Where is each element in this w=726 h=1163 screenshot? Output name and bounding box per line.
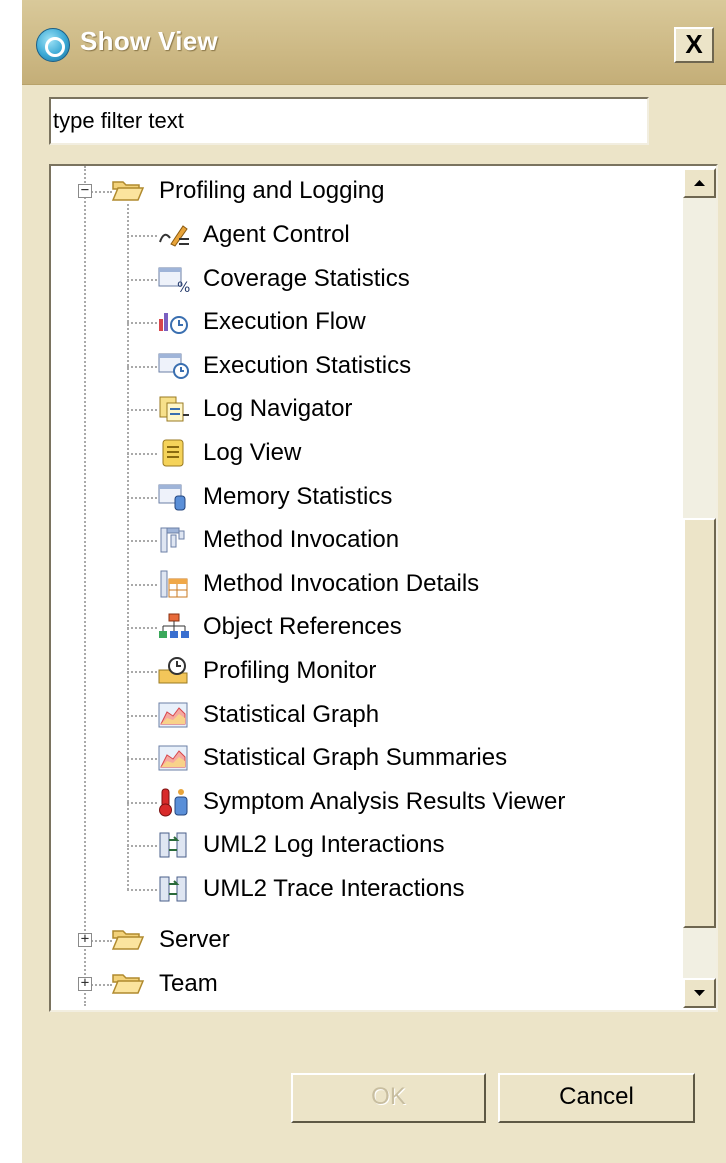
memory-statistics-icon	[158, 484, 186, 511]
tree-connector	[127, 322, 157, 324]
tree-connector	[127, 845, 157, 847]
tree-connector	[127, 671, 157, 673]
dialog-title: Show View	[80, 26, 219, 56]
tree-connector	[127, 802, 157, 804]
tree-item-label: Symptom Analysis Results Viewer	[203, 788, 566, 815]
execution-statistics-icon	[158, 353, 189, 379]
symptom-analysis-icon	[159, 788, 188, 817]
tree-item-object-references[interactable]: Object References	[51, 605, 671, 649]
tree-item-label: Method Invocation Details	[203, 570, 480, 597]
coverage-statistics-icon: %	[158, 267, 190, 294]
category-label: Profiling and Logging	[159, 177, 385, 204]
statistical-graph-summaries-icon	[158, 745, 188, 771]
tree-item-label: Execution Statistics	[203, 352, 412, 379]
tree-connector	[127, 715, 157, 717]
expand-toggle[interactable]: +	[78, 976, 92, 991]
tree-item-label: UML2 Trace Interactions	[203, 875, 465, 902]
category-label: Team	[159, 970, 218, 997]
view-tree[interactable]: − Profiling and Logging Agent Control% Co…	[49, 164, 718, 1012]
tree-connector	[127, 409, 157, 411]
tree-category-profiling-and-logging[interactable]: − Profiling and Logging	[51, 169, 671, 213]
scroll-thumb[interactable]	[683, 518, 716, 928]
agent-control-icon	[159, 225, 189, 247]
tree-item-label: Agent Control	[203, 221, 350, 248]
tree-item-execution-flow[interactable]: Execution Flow	[51, 300, 671, 344]
tree-item-profiling-monitor[interactable]: Profiling Monitor	[51, 649, 671, 693]
tree-item-uml2-log-interactions[interactable]: UML2 Log Interactions	[51, 823, 671, 867]
expand-toggle[interactable]: +	[78, 932, 92, 947]
close-button[interactable]: X	[674, 27, 714, 63]
object-references-icon	[159, 613, 189, 638]
tree-item-agent-control[interactable]: Agent Control	[51, 213, 671, 257]
uml2-log-interactions-icon	[159, 832, 187, 858]
tree-item-label: Statistical Graph Summaries	[203, 744, 508, 771]
ok-button[interactable]: OK	[291, 1073, 486, 1123]
tree-item-log-view[interactable]: Log View	[51, 431, 671, 475]
filter-input[interactable]	[49, 97, 649, 145]
method-invocation-details-icon	[160, 570, 188, 598]
tree-item-label: Log Navigator	[203, 395, 353, 422]
tree-item-memory-statistics[interactable]: Memory Statistics	[51, 475, 671, 519]
cancel-button[interactable]: Cancel	[498, 1073, 695, 1123]
collapse-toggle[interactable]: −	[78, 183, 92, 198]
tree-item-label: Object References	[203, 613, 402, 640]
tree-connector	[127, 279, 157, 281]
tree-connector	[127, 497, 157, 499]
tree-connector	[127, 540, 157, 542]
arrow-down-icon	[694, 990, 705, 996]
folder-open-icon	[111, 181, 145, 201]
tree-item-log-navigator[interactable]: Log Navigator	[51, 387, 671, 431]
scroll-up-button[interactable]	[683, 168, 716, 198]
arrow-up-icon	[694, 180, 705, 186]
tree-item-label: Memory Statistics	[203, 483, 393, 510]
tree-item-symptom-analysis[interactable]: Symptom Analysis Results Viewer	[51, 780, 671, 824]
tree-item-execution-statistics[interactable]: Execution Statistics	[51, 344, 671, 388]
execution-flow-icon	[159, 313, 188, 334]
tree-item-label: Coverage Statistics	[203, 265, 410, 292]
tree-item-label: Statistical Graph	[203, 701, 380, 728]
tree-item-statistical-graph-summaries[interactable]: Statistical Graph Summaries	[51, 736, 671, 780]
tree-item-label: Profiling Monitor	[203, 657, 377, 684]
eclipse-icon	[36, 28, 70, 62]
scroll-down-button[interactable]	[683, 978, 716, 1008]
uml2-trace-interactions-icon	[159, 876, 187, 902]
folder-icon	[111, 930, 145, 950]
tree-item-method-invocation[interactable]: Method Invocation	[51, 518, 671, 562]
tree-item-label: Execution Flow	[203, 308, 366, 335]
profiling-monitor-icon	[158, 657, 188, 684]
method-invocation-icon	[160, 527, 185, 553]
tree-item-method-invocation-details[interactable]: Method Invocation Details	[51, 562, 671, 606]
title-bar[interactable]: Show View X	[22, 0, 726, 85]
folder-icon	[111, 974, 145, 994]
statistical-graph-icon	[158, 702, 188, 728]
tree-item-statistical-graph[interactable]: Statistical Graph	[51, 693, 671, 737]
show-view-dialog: Show View X − Profiling and Logging Agen…	[22, 0, 726, 1163]
tree-category-server[interactable]: + Server	[51, 918, 671, 962]
tree-item-uml2-trace-interactions[interactable]: UML2 Trace Interactions	[51, 867, 671, 911]
tree-category-team[interactable]: + Team	[51, 962, 671, 1006]
tree-connector	[127, 758, 157, 760]
tree-item-coverage-statistics[interactable]: % Coverage Statistics	[51, 257, 671, 301]
tree-connector	[127, 889, 157, 891]
tree-item-label: Log View	[203, 439, 302, 466]
tree-connector	[127, 627, 157, 629]
log-view-icon	[162, 439, 184, 467]
tree-connector	[127, 584, 157, 586]
tree-connector	[127, 366, 157, 368]
tree-connector	[127, 453, 157, 455]
tree-connector	[127, 235, 157, 237]
tree-item-label: UML2 Log Interactions	[203, 831, 445, 858]
category-label: Server	[159, 926, 230, 953]
vertical-scrollbar[interactable]	[683, 168, 716, 1008]
log-navigator-icon	[159, 396, 189, 422]
svg-text:%: %	[177, 280, 190, 294]
tree-item-label: Method Invocation	[203, 526, 400, 553]
